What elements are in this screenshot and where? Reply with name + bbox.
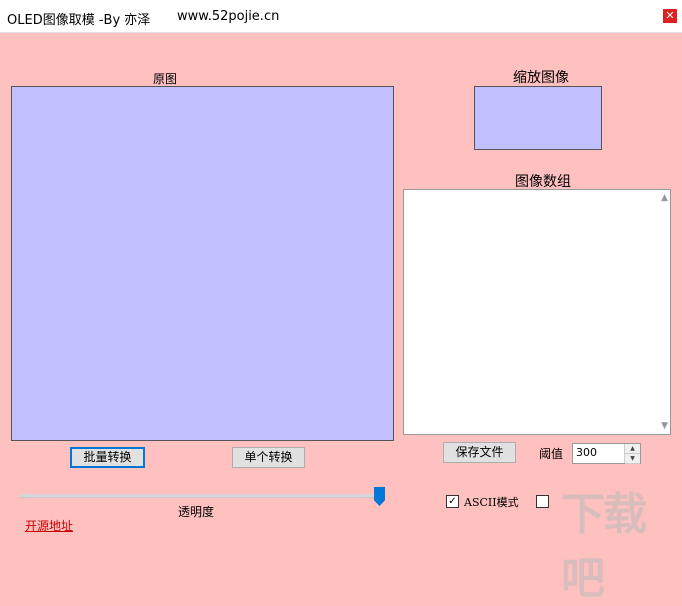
scaled-image-panel [474,86,602,150]
original-image-label: 原图 [153,72,178,86]
spin-down-icon[interactable]: ▼ [625,454,640,464]
original-image-panel [11,86,394,441]
title-bar: OLED图像取模 -By 亦泽 www.52pojie.cn ✕ [0,0,682,33]
watermark-logo: 下载吧 [561,489,647,604]
scaled-image-label: 缩放图像 [513,70,569,86]
ascii-mode-checkbox[interactable]: ✓ [446,495,459,508]
window-title: OLED图像取模 -By 亦泽 [7,13,151,28]
transparency-slider-track[interactable] [19,494,383,498]
batch-convert-button[interactable]: 批量转换 [70,447,145,468]
threshold-value[interactable]: 300 [576,446,597,459]
threshold-label: 阈值 [539,447,564,461]
source-link[interactable]: 开源地址 [25,517,73,534]
second-checkbox[interactable] [536,495,549,508]
close-icon[interactable]: ✕ [663,9,677,23]
save-file-button[interactable]: 保存文件 [443,442,516,463]
single-convert-button[interactable]: 单个转换 [232,447,305,468]
image-array-label: 图像数组 [515,174,571,190]
scroll-down-icon[interactable]: ▼ [661,421,668,431]
spin-up-icon[interactable]: ▲ [625,444,640,454]
threshold-spinner[interactable]: 300 ▲ ▼ [572,443,641,464]
transparency-slider-thumb[interactable] [374,487,385,506]
transparency-label: 透明度 [178,505,215,519]
image-array-textarea[interactable]: ▲ ▼ [403,189,671,435]
ascii-mode-label: ASCII模式 [464,496,519,509]
scroll-up-icon[interactable]: ▲ [661,193,668,203]
site-url: www.52pojie.cn [177,9,280,24]
